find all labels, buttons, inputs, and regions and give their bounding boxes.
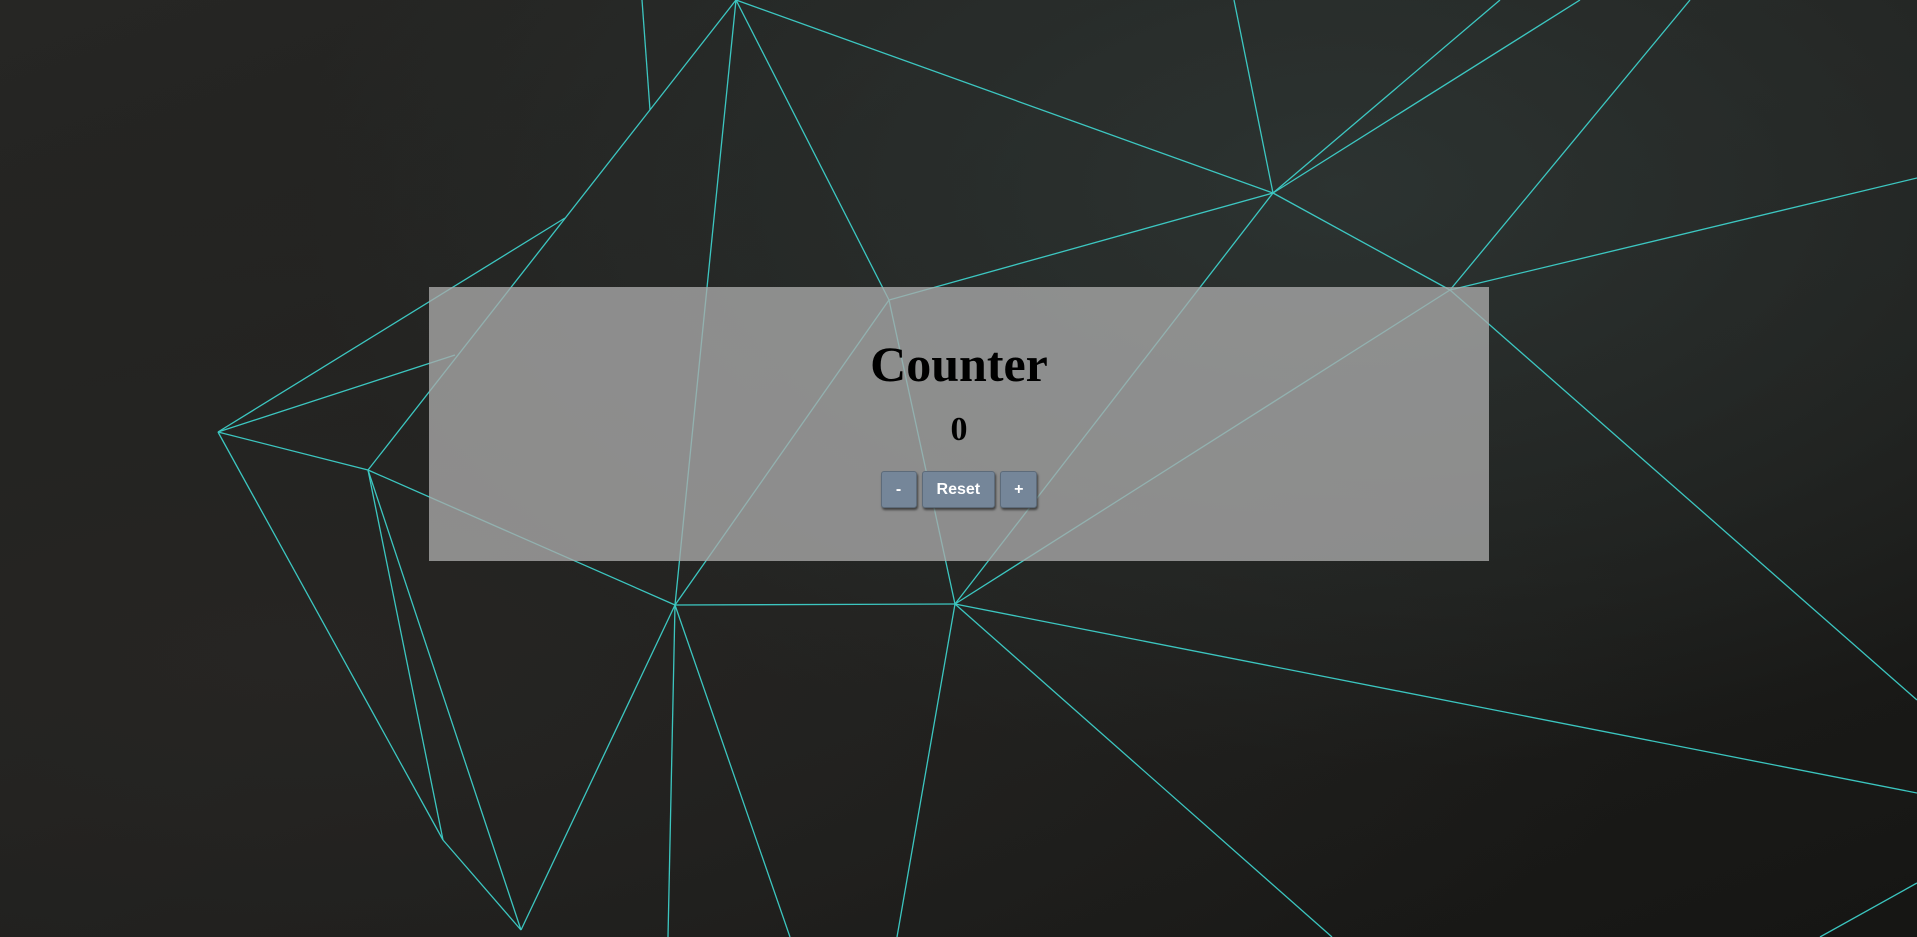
counter-buttons: - Reset + [429,471,1489,508]
counter-panel: Counter 0 - Reset + [429,287,1489,561]
increment-button[interactable]: + [1000,471,1038,508]
reset-button[interactable]: Reset [921,471,996,508]
counter-value: 0 [950,411,968,448]
counter-title: Counter [870,336,1048,392]
decrement-button[interactable]: - [880,471,917,508]
